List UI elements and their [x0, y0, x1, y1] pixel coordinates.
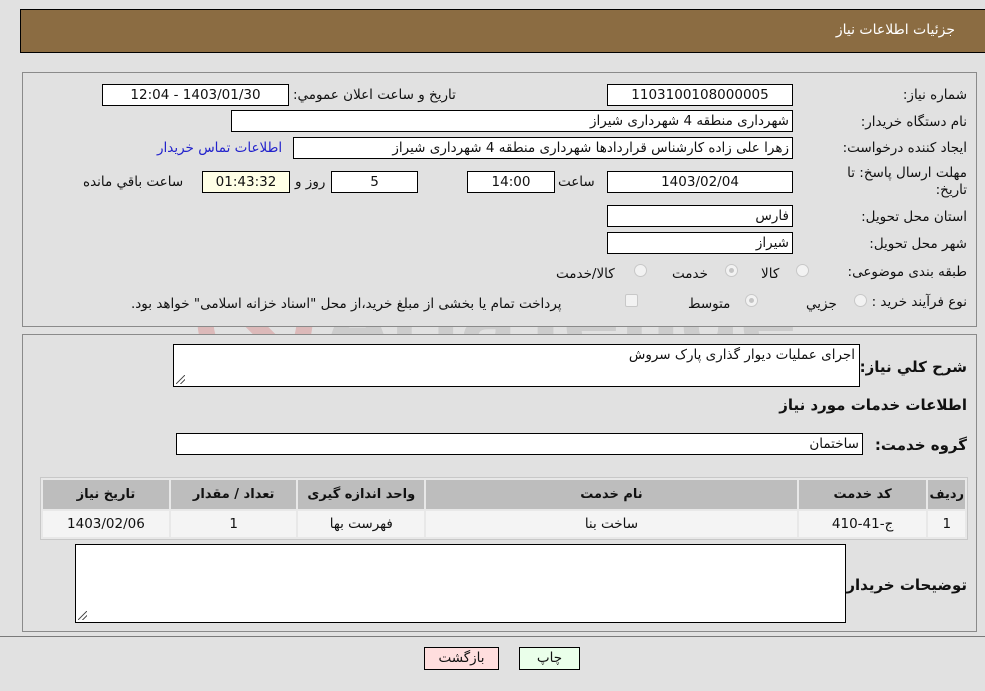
need-number-label: شماره نياز:: [902, 87, 967, 103]
buyer-notes-label: توضيحات خريدار:: [840, 576, 967, 594]
cell-unit: فهرست بها: [298, 511, 425, 537]
deadline-label: مهلت ارسال پاسخ: تا: [847, 165, 967, 181]
treasury-checkbox-label: پرداخت تمام يا بخشی از مبلغ خريد،از محل …: [131, 296, 562, 312]
deadline-time-label: ساعت: [558, 174, 595, 190]
announce-datetime-field: 1403/01/30 - 12:04: [102, 84, 289, 106]
print-button[interactable]: چاپ: [519, 647, 580, 670]
process-medium-label: متوسط: [688, 296, 731, 312]
category-both-radio[interactable]: [634, 264, 647, 277]
buyer-notes-textarea[interactable]: [75, 544, 846, 623]
service-group-field: ساختمان: [176, 433, 863, 455]
buyer-org-label: نام دستگاه خريدار:: [860, 114, 967, 130]
category-label: طبقه بندی موضوعی:: [847, 264, 967, 280]
requester-label: ايجاد کننده درخواست:: [842, 140, 967, 156]
service-group-label: گروه خدمت:: [874, 436, 967, 454]
resize-grip-icon[interactable]: [78, 611, 87, 620]
description-label: شرح کلي نياز:: [859, 358, 967, 376]
resize-grip-icon[interactable]: [176, 375, 185, 384]
requester-field: زهرا علی زاده کارشناس قراردادها شهرداری …: [293, 137, 793, 159]
process-minor-label: جزيي: [806, 296, 837, 312]
category-goods-label: کالا: [761, 266, 780, 282]
col-row-number: رديف: [928, 480, 965, 509]
description-textarea[interactable]: اجرای عملیات دیوار گذاری پارک سروش: [173, 344, 860, 387]
process-minor-radio[interactable]: [854, 294, 867, 307]
col-quantity: تعداد / مقدار: [170, 480, 297, 509]
announce-datetime-label: تاريخ و ساعت اعلان عمومي:: [293, 87, 456, 103]
cell-row-number: 1: [928, 511, 965, 537]
table-header-row: رديف کد خدمت نام خدمت واحد اندازه گيری ت…: [43, 480, 965, 509]
col-service-code: کد خدمت: [798, 480, 927, 509]
page-title: جزئيات اطلاعات نياز: [835, 22, 955, 38]
services-table: رديف کد خدمت نام خدمت واحد اندازه گيری ت…: [40, 477, 968, 540]
deadline-date-field: 1403/02/04: [607, 171, 793, 193]
category-both-label: کالا/خدمت: [556, 266, 615, 282]
page-header: جزئيات اطلاعات نياز: [20, 9, 985, 53]
cell-quantity: 1: [170, 511, 297, 537]
province-field: فارس: [607, 205, 793, 227]
remaining-time-field: 01:43:32: [202, 171, 290, 193]
col-unit: واحد اندازه گيری: [298, 480, 425, 509]
category-service-label: خدمت: [672, 266, 708, 282]
description-text: اجرای عملیات دیوار گذاری پارک سروش: [628, 347, 855, 363]
col-need-date: تاريخ نياز: [43, 480, 169, 509]
col-service-name: نام خدمت: [426, 480, 797, 509]
cell-service-name: ساخت بنا: [426, 511, 797, 537]
province-label: استان محل تحويل:: [861, 209, 967, 225]
process-medium-radio[interactable]: [745, 294, 758, 307]
cell-need-date: 1403/02/06: [43, 511, 169, 537]
deadline-label-date: تاريخ:: [935, 182, 967, 198]
days-label: روز و: [295, 174, 326, 190]
treasury-checkbox[interactable]: [625, 294, 638, 307]
category-goods-radio[interactable]: [796, 264, 809, 277]
footer-divider: [0, 636, 985, 637]
purchase-process-label: نوع فرآيند خريد :: [871, 294, 967, 310]
services-heading: اطلاعات خدمات مورد نياز: [779, 396, 967, 414]
buyer-org-field: شهرداری منطقه 4 شهرداری شیراز: [231, 110, 793, 132]
category-service-radio[interactable]: [725, 264, 738, 277]
deadline-time-field: 14:00: [467, 171, 555, 193]
city-field: شیراز: [607, 232, 793, 254]
remaining-time-label: ساعت باقي مانده: [83, 174, 184, 190]
cell-service-code: ج-41-410: [798, 511, 927, 537]
buyer-contact-link[interactable]: اطلاعات تماس خريدار: [157, 140, 282, 156]
table-row: 1 ج-41-410 ساخت بنا فهرست بها 1 1403/02/…: [43, 511, 965, 537]
city-label: شهر محل تحويل:: [869, 236, 967, 252]
need-number-field: 1103100108000005: [607, 84, 793, 106]
back-button[interactable]: بازگشت: [424, 647, 499, 670]
remaining-days-field: 5: [331, 171, 418, 193]
